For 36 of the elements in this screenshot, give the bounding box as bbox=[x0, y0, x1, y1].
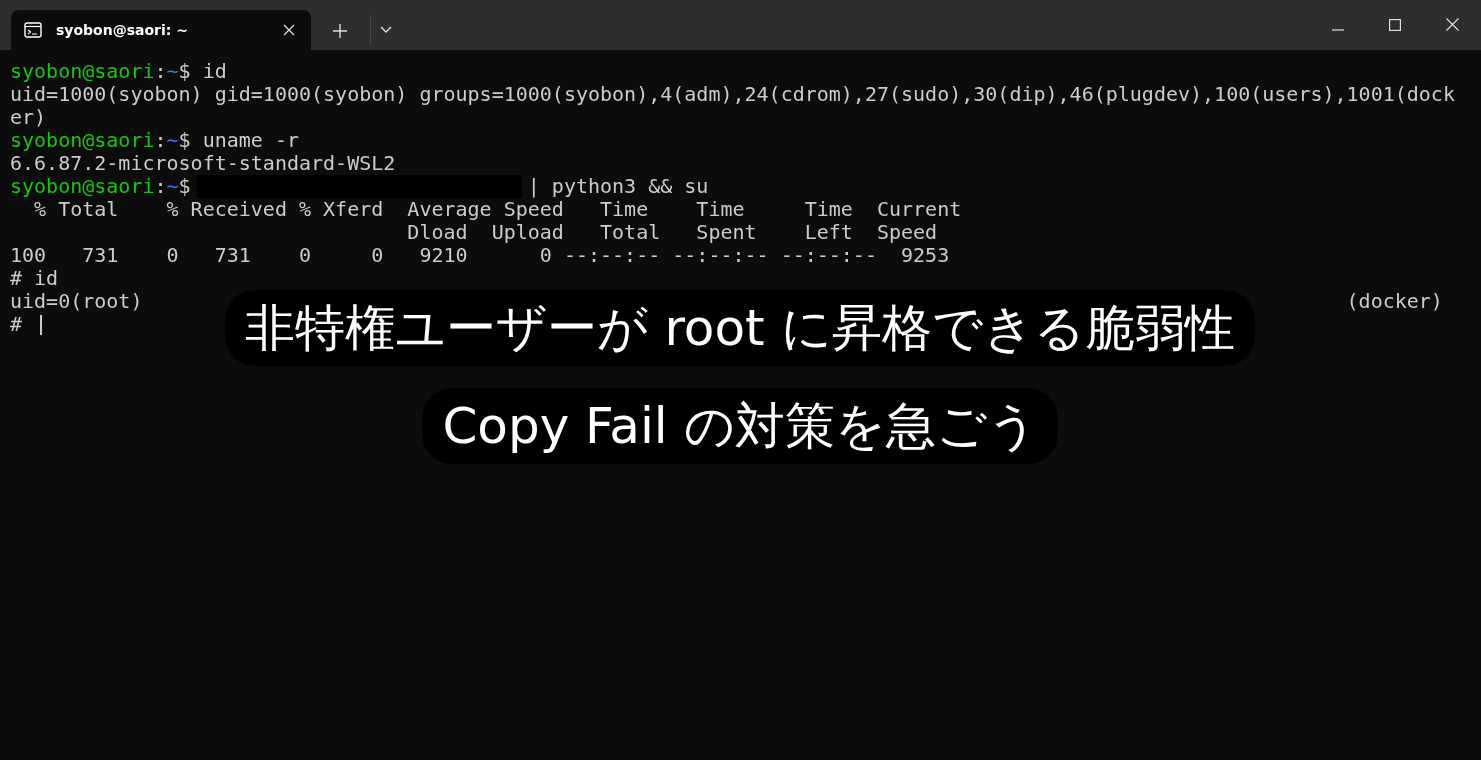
prompt-symbol: $ bbox=[178, 129, 191, 152]
prompt-symbol: $ bbox=[178, 60, 191, 83]
prompt-user: syobon@saori bbox=[10, 129, 155, 152]
text-cursor bbox=[40, 314, 43, 335]
output-line: uid=1000(syobon) gid=1000(syobon) groups=1000(syobon),4(adm),24(cdrom),27(sudo),30(dip),46(plugdev),100(users),1001(dock bbox=[10, 83, 1455, 106]
maximize-icon[interactable] bbox=[1389, 19, 1401, 31]
output-line: 100 731 0 731 0 0 9210 0 --:--:-- --:--:-- --:--:-- 9253 bbox=[10, 244, 950, 267]
output-line: Dload Upload Total Spent Left Speed bbox=[406, 221, 938, 244]
prompt-separator: : bbox=[154, 60, 167, 83]
prompt-path: ~ bbox=[166, 60, 179, 83]
prompt-separator: : bbox=[154, 175, 167, 198]
output-line: er) bbox=[10, 106, 47, 129]
tab-title: syobon@saori: ~ bbox=[56, 22, 189, 38]
terminal-tab[interactable]: syobon@saori: ~ bbox=[11, 10, 311, 50]
terminal-icon bbox=[24, 22, 42, 38]
close-icon[interactable] bbox=[1446, 18, 1459, 31]
prompt-user: syobon@saori bbox=[10, 60, 155, 83]
prompt-path: ~ bbox=[166, 129, 179, 152]
output-line: uid=0(root) bbox=[10, 290, 143, 313]
output-line: # id bbox=[10, 267, 59, 290]
caption-line: Copy Fail の対策を急ごう bbox=[422, 388, 1058, 464]
prompt-path: ~ bbox=[166, 175, 179, 198]
prompt-user: syobon@saori bbox=[10, 175, 155, 198]
new-tab-icon[interactable] bbox=[333, 24, 347, 38]
prompt-separator: : bbox=[154, 129, 167, 152]
output-line: (docker) bbox=[1346, 290, 1443, 313]
output-line: 6.6.87.2-microsoft-standard-WSL2 bbox=[10, 152, 396, 175]
root-prompt: # bbox=[10, 313, 23, 336]
command-text: | python3 && su bbox=[527, 175, 709, 198]
command-text: id bbox=[202, 60, 227, 83]
prompt-symbol: $ bbox=[178, 175, 191, 198]
caption-line: 非特権ユーザーが root に昇格できる脆弱性 bbox=[225, 290, 1255, 366]
chevron-down-icon[interactable] bbox=[380, 26, 392, 34]
command-text: uname -r bbox=[202, 129, 299, 152]
output-line: % Total % Received % Xferd Average Speed Time Time Time Current bbox=[33, 198, 962, 221]
close-tab-icon[interactable] bbox=[283, 24, 295, 36]
